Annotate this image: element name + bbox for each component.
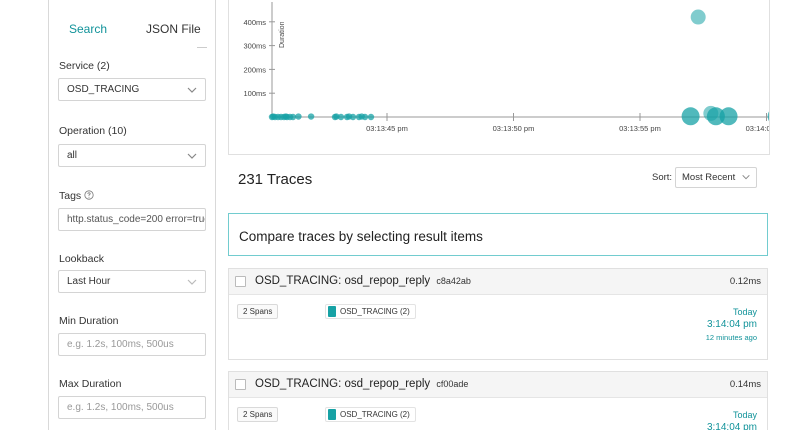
trace-duration: 0.12ms bbox=[729, 276, 761, 287]
trace-service: OSD_TRACING: bbox=[255, 378, 342, 390]
min-duration-input[interactable]: e.g. 1.2s, 100ms, 500us bbox=[58, 333, 206, 356]
service-tag-label: OSD_TRACING (2) bbox=[340, 307, 410, 316]
lookback-select-value: Last Hour bbox=[67, 276, 111, 287]
x-tick-label: 03:14:00 pm bbox=[746, 124, 770, 133]
trace-point bbox=[282, 113, 289, 120]
trace-title[interactable]: OSD_TRACING: osd_repop_reply c8a42ab bbox=[255, 275, 471, 287]
trace-point bbox=[269, 113, 277, 120]
y-tick-label: 300ms bbox=[243, 42, 266, 51]
service-select[interactable]: OSD_TRACING bbox=[58, 78, 206, 101]
sort-label: Sort: bbox=[652, 172, 673, 183]
tags-label-text: Tags bbox=[59, 190, 82, 202]
lookback-label: Lookback bbox=[59, 253, 104, 265]
operation-label: Operation (10) bbox=[59, 125, 127, 137]
scatter-svg: 400ms 300ms 200ms 100ms Duration 03:13:45 pm… bbox=[243, 2, 770, 133]
x-tick-label: 03:13:55 pm bbox=[619, 124, 661, 133]
trace-duration: 0.14ms bbox=[729, 379, 761, 390]
help-icon[interactable] bbox=[84, 190, 94, 200]
service-tag: OSD_TRACING (2) bbox=[325, 407, 416, 422]
trace-point bbox=[295, 113, 302, 120]
compare-traces-banner: Compare traces by selecting result items bbox=[228, 213, 768, 256]
trace-start-time: Today 3:14:04 pm 12 minutes ago bbox=[706, 307, 757, 342]
trace-result-item[interactable]: OSD_TRACING: osd_repop_reply cf00ade 0.1… bbox=[228, 371, 768, 430]
sort-select-value: Most Recent bbox=[682, 172, 736, 183]
search-tabs: Search JSON File bbox=[49, 0, 217, 50]
max-duration-input[interactable]: e.g. 1.2s, 100ms, 500us bbox=[58, 396, 206, 419]
min-duration-label: Min Duration bbox=[59, 315, 119, 327]
lookback-select[interactable]: Last Hour bbox=[58, 270, 206, 293]
trace-select-checkbox[interactable] bbox=[235, 379, 246, 390]
trace-day: Today bbox=[732, 307, 757, 317]
search-panel: Search JSON File Service (2) OSD_TRACING… bbox=[48, 0, 216, 430]
max-duration-label: Max Duration bbox=[59, 378, 122, 390]
span-count-badge: 2 Spans bbox=[237, 304, 279, 319]
span-count-badge: 2 Spans bbox=[237, 407, 279, 422]
service-label: Service (2) bbox=[59, 60, 110, 72]
trace-point bbox=[307, 113, 315, 120]
results-pane: 400ms 300ms 200ms 100ms Duration 03:13:45 pm… bbox=[228, 0, 770, 430]
chevron-down-icon bbox=[187, 153, 197, 159]
service-color-swatch bbox=[328, 306, 336, 317]
trace-clock: 3:14:04 pm bbox=[706, 422, 757, 430]
service-select-value: OSD_TRACING bbox=[67, 84, 140, 95]
y-axis-label: Duration bbox=[279, 21, 286, 48]
compare-text: Compare traces by selecting result items bbox=[239, 229, 483, 244]
y-tick-label: 200ms bbox=[243, 65, 266, 74]
chevron-down-icon bbox=[742, 174, 750, 180]
trace-point bbox=[349, 113, 357, 121]
trace-point bbox=[289, 113, 297, 121]
trace-point bbox=[355, 113, 363, 121]
sort-select[interactable]: Most Recent bbox=[675, 167, 757, 188]
trace-header[interactable]: OSD_TRACING: osd_repop_reply c8a42ab 0.1… bbox=[229, 269, 767, 295]
trace-day: Today bbox=[732, 410, 757, 420]
y-tick-label: 400ms bbox=[243, 18, 266, 27]
tags-input[interactable]: http.status_code=200 error=true bbox=[58, 208, 206, 231]
service-tag: OSD_TRACING (2) bbox=[325, 304, 416, 319]
trace-point bbox=[343, 113, 351, 121]
trace-point bbox=[767, 111, 769, 122]
x-tick-label: 03:13:45 pm bbox=[366, 124, 408, 133]
operation-select[interactable]: all bbox=[58, 144, 206, 167]
trace-point bbox=[361, 113, 369, 121]
trace-select-checkbox[interactable] bbox=[235, 276, 246, 287]
tab-divider bbox=[197, 47, 207, 48]
service-tag-label: OSD_TRACING (2) bbox=[340, 410, 410, 419]
trace-clock: 3:14:04 pm bbox=[706, 319, 757, 330]
trace-header[interactable]: OSD_TRACING: osd_repop_reply cf00ade 0.1… bbox=[229, 372, 767, 398]
trace-count: 231 Traces bbox=[238, 171, 313, 188]
trace-point bbox=[719, 107, 738, 126]
trace-operation: osd_repop_reply bbox=[344, 275, 431, 287]
trace-point bbox=[690, 9, 706, 25]
trace-title[interactable]: OSD_TRACING: osd_repop_reply cf00ade bbox=[255, 378, 468, 390]
tab-json-file[interactable]: JSON File bbox=[146, 22, 201, 36]
trace-point bbox=[367, 113, 375, 121]
chevron-down-icon bbox=[187, 279, 197, 285]
service-color-swatch bbox=[328, 409, 336, 420]
trace-operation: osd_repop_reply bbox=[344, 378, 431, 390]
trace-id: c8a42ab bbox=[436, 276, 471, 286]
y-tick-label: 100ms bbox=[243, 89, 266, 98]
trace-point bbox=[337, 113, 345, 121]
chevron-down-icon bbox=[187, 87, 197, 93]
results-header: 231 Traces Sort: Most Recent bbox=[228, 155, 770, 202]
trace-result-item[interactable]: OSD_TRACING: osd_repop_reply c8a42ab 0.1… bbox=[228, 268, 768, 360]
trace-point bbox=[681, 107, 700, 126]
trace-id: cf00ade bbox=[436, 379, 469, 389]
tags-label: Tags bbox=[59, 190, 94, 202]
operation-select-value: all bbox=[67, 150, 78, 161]
trace-service: OSD_TRACING: bbox=[255, 275, 342, 287]
trace-point bbox=[331, 113, 339, 121]
trace-start-time: Today 3:14:04 pm bbox=[707, 410, 757, 430]
x-tick-label: 03:13:50 pm bbox=[493, 124, 535, 133]
trace-ago: 12 minutes ago bbox=[705, 333, 757, 342]
traces-scatter-plot: 400ms 300ms 200ms 100ms Duration 03:13:45 pm… bbox=[228, 0, 770, 155]
tab-search[interactable]: Search bbox=[69, 22, 107, 36]
